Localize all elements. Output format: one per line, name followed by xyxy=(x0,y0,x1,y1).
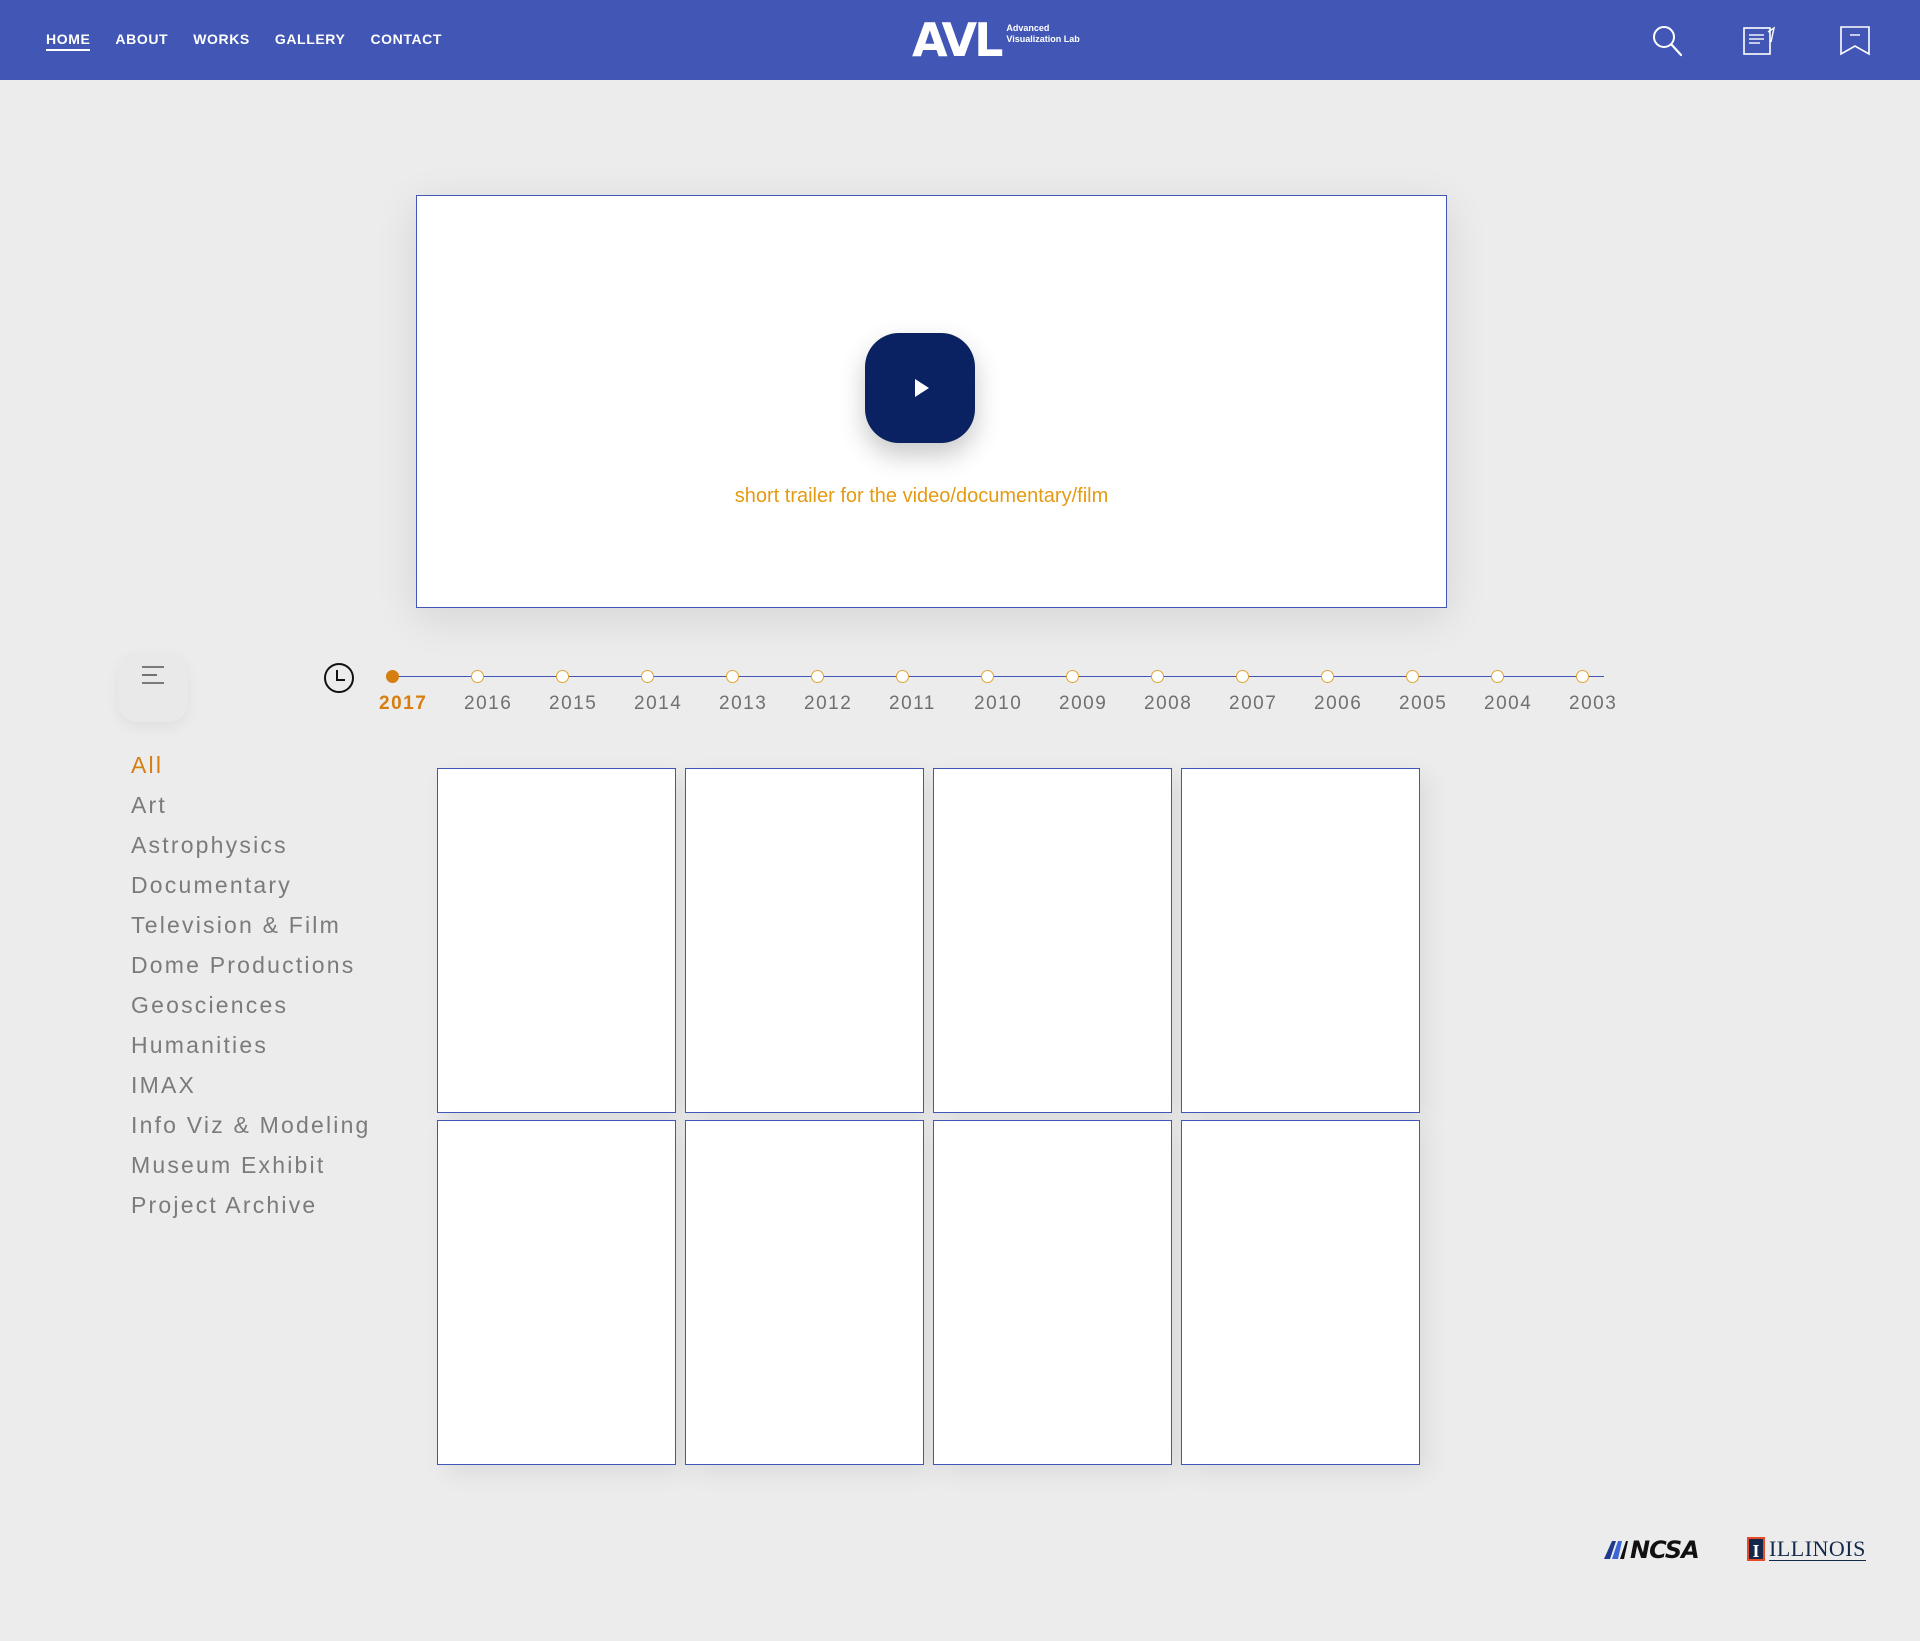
main-nav: HOME ABOUT WORKS GALLERY CONTACT xyxy=(46,31,442,51)
ncsa-logo-text: NCSA xyxy=(1630,1536,1700,1564)
timeline-dot-2014[interactable] xyxy=(641,670,654,683)
logo-subtitle: Advanced Visualization Lab xyxy=(1006,23,1096,45)
timeline-year-2004[interactable]: 2004 xyxy=(1484,693,1532,715)
timeline-dot-2004[interactable] xyxy=(1491,670,1504,683)
timeline-year-2005[interactable]: 2005 xyxy=(1399,693,1447,715)
year-timeline: 2017 2016 2015 2014 2013 2012 2011 2010 2009 2008… xyxy=(379,669,1616,719)
timeline-dot-2016[interactable] xyxy=(471,670,484,683)
illinois-logo[interactable]: I ILLINOIS xyxy=(1747,1537,1866,1561)
logo-subtitle-line2: Visualization Lab xyxy=(1006,34,1080,44)
work-card[interactable] xyxy=(933,1120,1172,1465)
hamburger-icon xyxy=(142,666,164,684)
nav-contact[interactable]: CONTACT xyxy=(370,31,442,51)
timeline-year-2007[interactable]: 2007 xyxy=(1229,693,1277,715)
ncsa-mark-icon xyxy=(1604,1541,1628,1559)
timeline-year-2008[interactable]: 2008 xyxy=(1144,693,1192,715)
illinois-logo-text: ILLINOIS xyxy=(1769,1535,1866,1561)
timeline-dot-2011[interactable] xyxy=(896,670,909,683)
nav-gallery[interactable]: GALLERY xyxy=(275,31,346,51)
video-caption: short trailer for the video/documentary/… xyxy=(734,485,1109,507)
timeline-line xyxy=(392,676,1604,677)
logo-mark: AVL xyxy=(912,13,1003,67)
category-list: All Art Astrophysics Documentary Television … xyxy=(131,749,371,1229)
category-item[interactable]: Museum Exhibit xyxy=(131,1149,371,1189)
category-item[interactable]: Television & Film xyxy=(131,909,371,949)
nav-home[interactable]: HOME xyxy=(46,31,91,51)
category-item[interactable]: Astrophysics xyxy=(131,829,371,869)
timeline-year-2012[interactable]: 2012 xyxy=(804,693,852,715)
timeline-year-2014[interactable]: 2014 xyxy=(634,693,682,715)
timeline-year-2015[interactable]: 2015 xyxy=(549,693,597,715)
play-button[interactable] xyxy=(865,333,975,443)
ncsa-logo[interactable]: NCSA xyxy=(1604,1536,1700,1564)
play-icon xyxy=(915,379,929,397)
timeline-dot-2003[interactable] xyxy=(1576,670,1589,683)
category-item[interactable]: Humanities xyxy=(131,1029,371,1069)
timeline-year-2006[interactable]: 2006 xyxy=(1314,693,1362,715)
timeline-dot-2010[interactable] xyxy=(981,670,994,683)
filter-menu-button[interactable] xyxy=(118,652,188,722)
category-item[interactable]: Art xyxy=(131,789,371,829)
timeline-year-2013[interactable]: 2013 xyxy=(719,693,767,715)
nav-about[interactable]: ABOUT xyxy=(115,31,168,51)
clock-icon xyxy=(323,662,355,699)
search-icon[interactable] xyxy=(1651,24,1685,58)
timeline-dot-2005[interactable] xyxy=(1406,670,1419,683)
video-trailer-panel: short trailer for the video/documentary/… xyxy=(416,195,1447,608)
illinois-block-i-icon: I xyxy=(1747,1537,1765,1561)
avl-logo[interactable]: AVL Advanced Visualization Lab xyxy=(912,13,1096,67)
timeline-year-2011[interactable]: 2011 xyxy=(889,693,936,715)
work-card[interactable] xyxy=(685,768,924,1113)
timeline-dot-2009[interactable] xyxy=(1066,670,1079,683)
bookmark-icon[interactable] xyxy=(1838,24,1872,58)
timeline-year-2017[interactable]: 2017 xyxy=(379,693,427,715)
category-item[interactable]: Info Viz & Modeling xyxy=(131,1109,371,1149)
work-card[interactable] xyxy=(1181,1120,1420,1465)
top-navbar: HOME ABOUT WORKS GALLERY CONTACT AVL Adv… xyxy=(0,0,1920,80)
work-card[interactable] xyxy=(1181,768,1420,1113)
work-card[interactable] xyxy=(437,1120,676,1465)
work-card[interactable] xyxy=(685,1120,924,1465)
category-item[interactable]: Documentary xyxy=(131,869,371,909)
timeline-dot-2015[interactable] xyxy=(556,670,569,683)
work-card[interactable] xyxy=(437,768,676,1113)
timeline-dot-2006[interactable] xyxy=(1321,670,1334,683)
timeline-dot-2012[interactable] xyxy=(811,670,824,683)
timeline-year-2016[interactable]: 2016 xyxy=(464,693,512,715)
timeline-year-2009[interactable]: 2009 xyxy=(1059,693,1107,715)
category-item[interactable]: IMAX xyxy=(131,1069,371,1109)
category-item[interactable]: Dome Productions xyxy=(131,949,371,989)
category-item[interactable]: Geosciences xyxy=(131,989,371,1029)
category-item[interactable]: Project Archive xyxy=(131,1189,371,1229)
timeline-dot-2017[interactable] xyxy=(386,670,399,683)
notes-icon[interactable] xyxy=(1742,24,1776,58)
work-card[interactable] xyxy=(933,768,1172,1113)
logo-subtitle-line1: Advanced xyxy=(1006,23,1050,33)
timeline-dot-2007[interactable] xyxy=(1236,670,1249,683)
nav-works[interactable]: WORKS xyxy=(193,31,250,51)
category-item[interactable]: All xyxy=(131,749,371,789)
timeline-year-2010[interactable]: 2010 xyxy=(974,693,1022,715)
timeline-year-2003[interactable]: 2003 xyxy=(1569,693,1617,715)
timeline-dot-2013[interactable] xyxy=(726,670,739,683)
timeline-dot-2008[interactable] xyxy=(1151,670,1164,683)
